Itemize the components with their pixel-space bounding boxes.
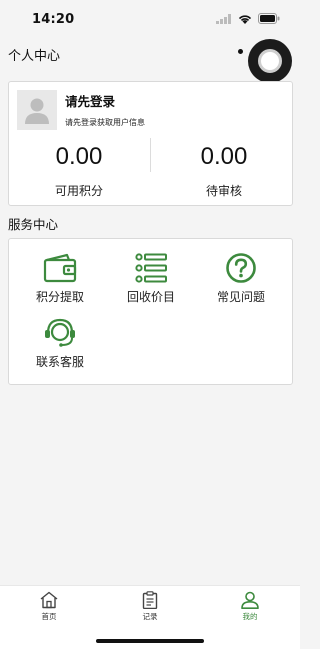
question-icon (226, 253, 256, 283)
service-label: 联系客服 (35, 355, 84, 369)
service-contact-support[interactable]: 联系客服 (15, 318, 105, 378)
pending-label: 待审核 (205, 184, 242, 198)
status-bar: 14:20 (0, 0, 300, 40)
avatar-placeholder-icon (25, 98, 49, 124)
status-time: 14:20 (32, 12, 75, 27)
tab-mine[interactable]: 我的 (220, 591, 280, 622)
service-points-withdraw[interactable]: 积分提取 (15, 253, 105, 313)
clipboard-icon (142, 591, 158, 609)
service-recycle-prices[interactable]: 回收价目 (106, 253, 196, 313)
user-icon (241, 591, 259, 609)
menu-capsule-button[interactable] (236, 39, 296, 83)
user-card: 请先登录 请先登录获取用户信息 0.00 可用积分 0.00 待审核 (8, 81, 293, 206)
wifi-icon (238, 14, 252, 24)
tab-label: 首页 (41, 612, 57, 621)
headset-icon (45, 318, 75, 347)
tab-records[interactable]: 记录 (120, 591, 180, 622)
close-capsule-icon[interactable] (248, 39, 292, 83)
signal-icon (216, 13, 231, 24)
wallet-icon (43, 253, 77, 283)
home-indicator[interactable] (96, 639, 204, 643)
tab-label: 记录 (142, 612, 158, 621)
pending-value: 0.00 (200, 143, 248, 170)
stat-divider (150, 138, 151, 172)
more-dot-icon (238, 49, 243, 54)
services-card: 积分提取 回收价目 常见问题 联系客服 (8, 238, 293, 385)
service-label: 回收价目 (126, 290, 175, 304)
points-stat[interactable]: 0.00 可用积分 (9, 142, 149, 199)
points-value: 0.00 (55, 143, 103, 170)
list-icon (135, 253, 167, 283)
page-title: 个人中心 (8, 49, 61, 64)
battery-icon (258, 13, 280, 24)
service-faq[interactable]: 常见问题 (196, 253, 286, 313)
login-title[interactable]: 请先登录 (65, 91, 115, 110)
status-icons (216, 13, 280, 24)
service-label: 常见问题 (216, 290, 265, 304)
tab-label: 我的 (242, 612, 258, 621)
tab-home[interactable]: 首页 (19, 591, 79, 622)
pending-stat[interactable]: 0.00 待审核 (154, 142, 294, 199)
login-subtitle: 请先登录获取用户信息 (65, 118, 145, 127)
points-label: 可用积分 (54, 184, 103, 198)
service-label: 积分提取 (35, 290, 84, 304)
services-title: 服务中心 (8, 217, 59, 232)
avatar[interactable] (17, 90, 57, 130)
home-icon (40, 591, 58, 609)
